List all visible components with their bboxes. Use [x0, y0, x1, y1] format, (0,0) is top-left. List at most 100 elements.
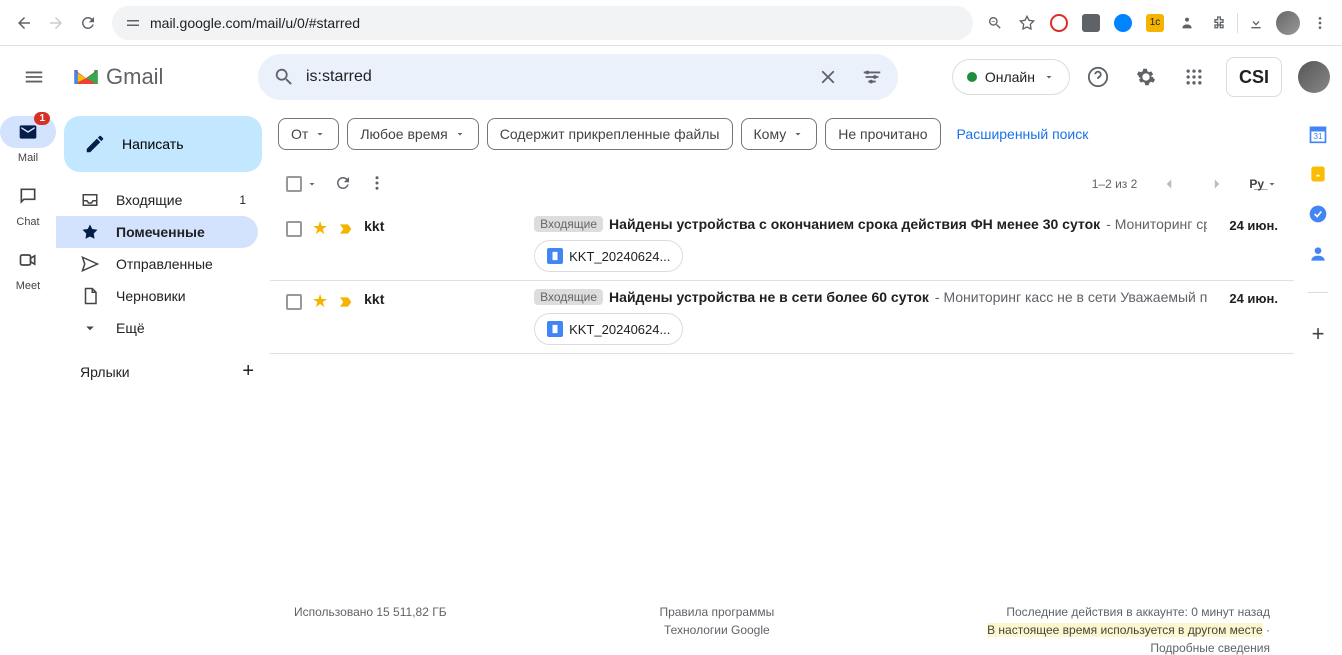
settings-button[interactable] — [1126, 57, 1166, 97]
rail-mail[interactable]: 1 Mail — [0, 116, 56, 164]
svg-text:31: 31 — [1313, 131, 1323, 141]
zoom-icon[interactable] — [981, 9, 1009, 37]
address-bar[interactable]: mail.google.com/mail/u/0/#starred — [112, 6, 973, 40]
mail-subject: Найдены устройства с окончанием срока де… — [609, 216, 1100, 232]
importance-marker-icon[interactable] — [338, 294, 354, 310]
details-link[interactable]: Подробные сведения — [987, 641, 1270, 655]
nav-more[interactable]: Ещё — [56, 312, 258, 344]
nav-drafts[interactable]: Черновики — [56, 280, 258, 312]
gmail-logo[interactable]: Gmail — [64, 63, 250, 91]
document-icon — [547, 248, 563, 264]
org-badge[interactable]: CSI — [1226, 57, 1282, 97]
divider — [1308, 292, 1328, 293]
mail-date: 24 июн. — [1229, 289, 1278, 306]
compose-button[interactable]: Написать — [64, 116, 262, 172]
help-button[interactable] — [1078, 57, 1118, 97]
mail-badge: 1 — [34, 112, 50, 125]
next-page-button[interactable] — [1201, 168, 1233, 200]
browser-menu-icon[interactable] — [1306, 9, 1334, 37]
mail-checkbox[interactable] — [286, 221, 302, 237]
input-tools-button[interactable]: Р̲у̲ — [1249, 177, 1278, 191]
nav-starred[interactable]: Помеченные — [56, 216, 258, 248]
nav-sent[interactable]: Отправленные — [56, 248, 258, 280]
star-icon[interactable]: ★ — [312, 291, 328, 312]
inbox-tag: Входящие — [534, 289, 603, 305]
star-icon[interactable] — [1013, 9, 1041, 37]
contacts-app-icon[interactable] — [1308, 244, 1328, 264]
keep-app-icon[interactable] — [1308, 164, 1328, 184]
filter-to[interactable]: Кому — [741, 118, 818, 150]
filter-from[interactable]: От — [278, 118, 339, 150]
mail-row[interactable]: ★ kkt Входящие Найдены устройства с окон… — [270, 208, 1294, 281]
back-button[interactable] — [8, 7, 40, 39]
advanced-search-link[interactable]: Расширенный поиск — [957, 126, 1089, 142]
gmail-icon — [72, 63, 100, 91]
attachment-chip[interactable]: KKT_20240624... — [534, 240, 683, 272]
rail-chat[interactable]: Chat — [12, 180, 44, 228]
chevron-down-icon — [792, 128, 804, 140]
filter-unread[interactable]: Не прочитано — [825, 118, 940, 150]
refresh-button[interactable] — [334, 174, 352, 195]
filter-attachment[interactable]: Содержит прикрепленные файлы — [487, 118, 733, 150]
add-app-icon[interactable]: + — [1308, 321, 1328, 341]
forward-button[interactable] — [40, 7, 72, 39]
nav-inbox[interactable]: Входящие 1 — [56, 184, 258, 216]
search-options-icon[interactable] — [850, 55, 894, 99]
tasks-app-icon[interactable] — [1308, 204, 1328, 224]
ext-icon-5[interactable] — [1173, 9, 1201, 37]
more-actions-button[interactable] — [368, 174, 386, 195]
attachment-chip[interactable]: KKT_20240624... — [534, 313, 683, 345]
inbox-tag: Входящие — [534, 216, 603, 232]
session-warning: В настоящее время используется в другом … — [987, 623, 1263, 637]
main-menu-button[interactable] — [12, 55, 56, 99]
footer: Использовано 15 511,82 ГБ Правила програ… — [270, 545, 1294, 655]
prev-page-button[interactable] — [1153, 168, 1185, 200]
nav-more-label: Ещё — [116, 320, 246, 336]
filter-anytime[interactable]: Любое время — [347, 118, 478, 150]
terms-link[interactable]: Правила программы — [659, 605, 774, 619]
chat-icon — [12, 180, 44, 212]
pencil-icon — [84, 133, 106, 155]
search-icon[interactable] — [262, 55, 306, 99]
powered-by: Технологии Google — [659, 623, 774, 637]
mail-date: 24 июн. — [1229, 216, 1278, 233]
extensions-icon[interactable] — [1205, 9, 1233, 37]
download-icon[interactable] — [1242, 9, 1270, 37]
app-rail: 1 Mail Chat Meet — [0, 108, 56, 655]
nav-inbox-label: Входящие — [116, 192, 223, 208]
mail-row[interactable]: ★ kkt Входящие Найдены устройства не в с… — [270, 281, 1294, 354]
reload-button[interactable] — [72, 7, 104, 39]
select-all[interactable] — [286, 176, 318, 192]
mail-preview: - Мониторинг сро... — [1106, 216, 1207, 232]
browser-toolbar: mail.google.com/mail/u/0/#starred 1c — [0, 0, 1342, 46]
meet-icon — [12, 244, 44, 276]
search-input[interactable] — [306, 68, 806, 86]
star-icon[interactable]: ★ — [312, 218, 328, 239]
apps-button[interactable] — [1174, 57, 1214, 97]
attachment-name: KKT_20240624... — [569, 322, 670, 337]
ext-icon-3[interactable] — [1109, 9, 1137, 37]
account-avatar[interactable] — [1298, 61, 1330, 93]
mail-checkbox[interactable] — [286, 294, 302, 310]
status-chip[interactable]: Онлайн — [952, 59, 1070, 95]
select-all-checkbox[interactable] — [286, 176, 302, 192]
chevron-down-icon — [1043, 71, 1055, 83]
draft-icon — [80, 286, 100, 306]
ext-icon-4[interactable]: 1c — [1141, 9, 1169, 37]
mail-subject: Найдены устройства не в сети более 60 су… — [609, 289, 929, 305]
rail-chat-label: Chat — [16, 216, 39, 228]
ext-icon-2[interactable] — [1077, 9, 1105, 37]
compose-label: Написать — [122, 136, 183, 152]
add-label-button[interactable]: + — [242, 360, 254, 383]
gmail-text: Gmail — [106, 64, 163, 90]
mail-list: ★ kkt Входящие Найдены устройства с окон… — [270, 208, 1294, 545]
importance-marker-icon[interactable] — [338, 221, 354, 237]
ext-icon-1[interactable] — [1045, 9, 1073, 37]
chevron-down-icon — [306, 178, 318, 190]
clear-search-icon[interactable] — [806, 55, 850, 99]
search-bar — [258, 54, 898, 100]
profile-icon[interactable] — [1274, 9, 1302, 37]
star-icon — [80, 222, 100, 242]
rail-meet[interactable]: Meet — [12, 244, 44, 292]
calendar-app-icon[interactable]: 31 — [1308, 124, 1328, 144]
